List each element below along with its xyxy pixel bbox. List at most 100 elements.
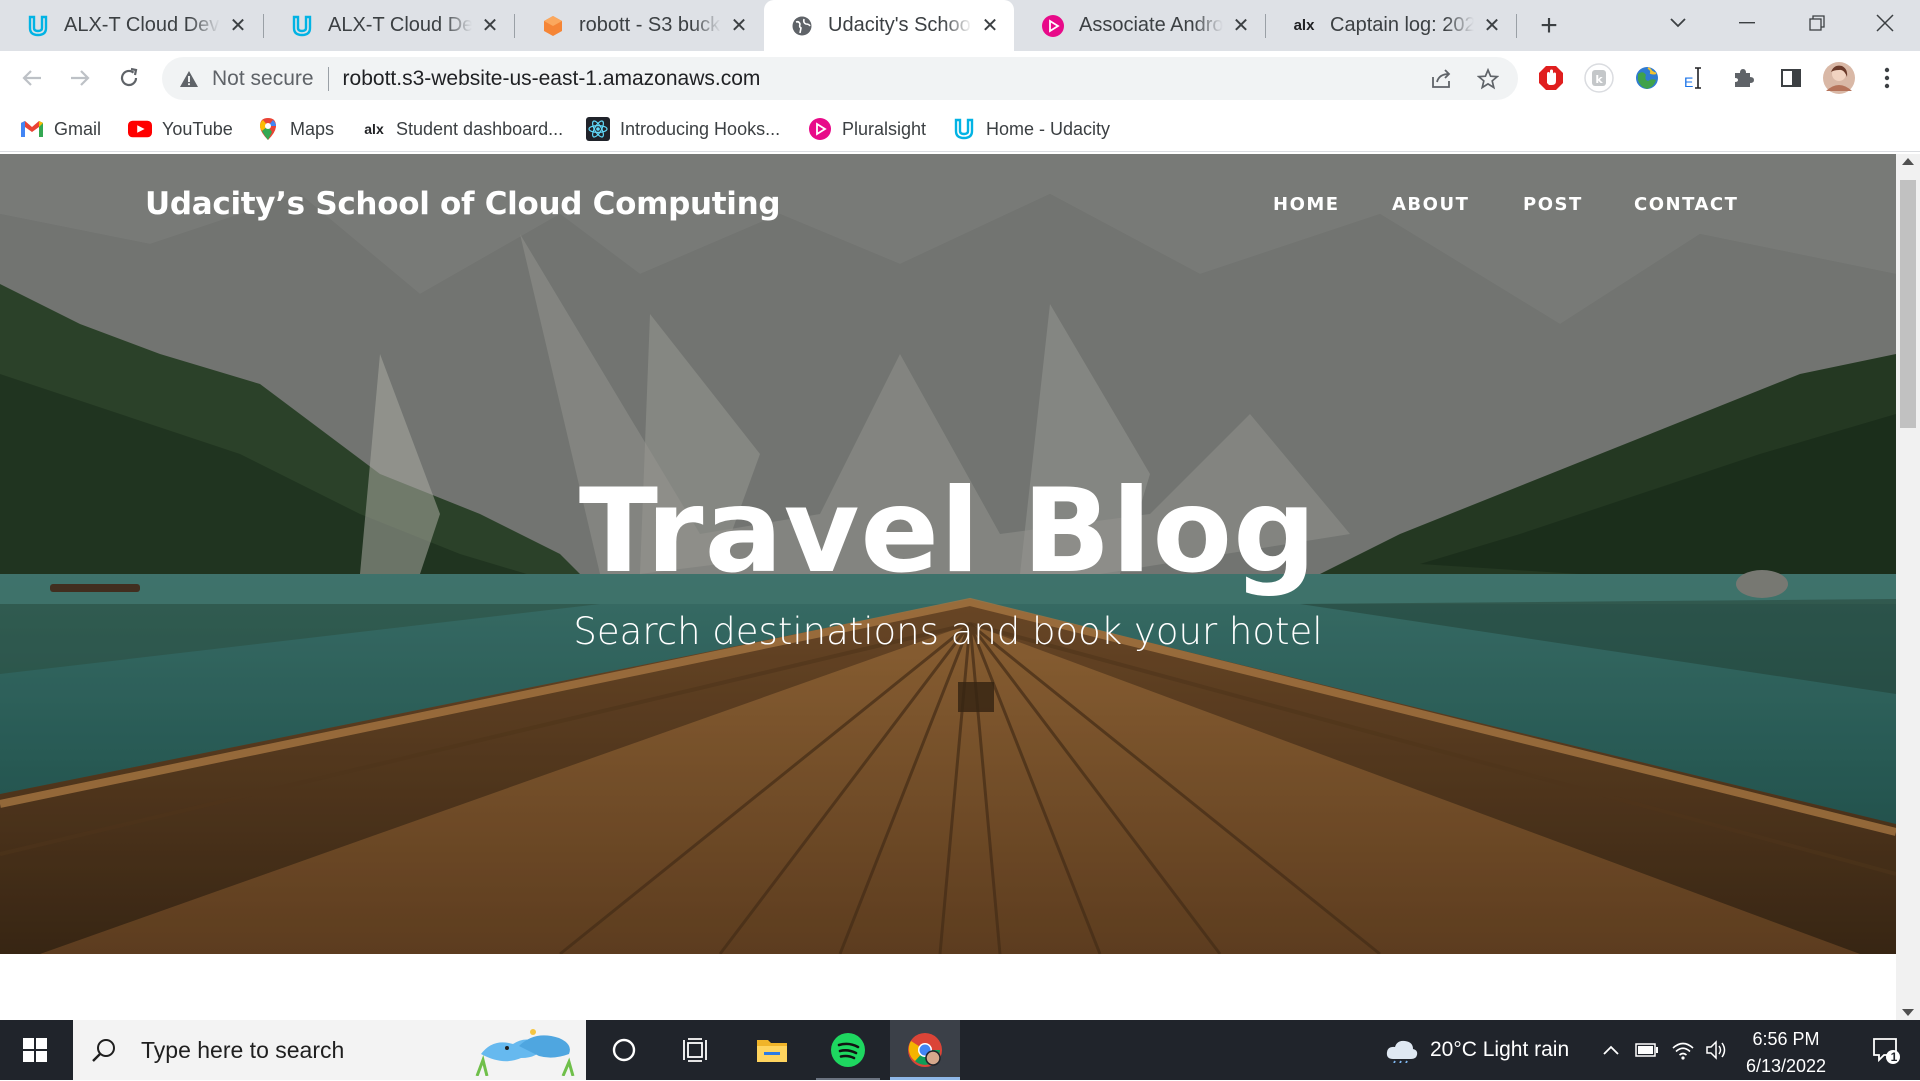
minimize-icon[interactable] (1714, 0, 1780, 46)
tab-alx-devops-2[interactable]: ALX-T Cloud DevOps ✕ (264, 0, 514, 51)
close-window-icon[interactable] (1852, 0, 1918, 46)
aws-s3-icon (541, 14, 565, 38)
chrome-taskbar-icon[interactable] (890, 1020, 960, 1080)
task-view-icon[interactable] (664, 1020, 728, 1080)
tab-title: Captain log: 2022-0 (1330, 14, 1474, 36)
tab-s3-bucket[interactable]: robott - S3 bucket ✕ (515, 0, 763, 51)
bookmark-introducing-hooks[interactable]: Introducing Hooks... (586, 116, 780, 142)
restore-icon[interactable] (1784, 0, 1850, 46)
share-icon[interactable] (1428, 65, 1456, 93)
url-text[interactable]: robott.s3-website-us-east-1.amazonaws.co… (343, 67, 761, 91)
gmail-icon (20, 117, 44, 141)
hero-header: Udacity’s School of Cloud Computing HOME… (0, 154, 1896, 954)
close-icon[interactable]: ✕ (1229, 14, 1253, 38)
close-icon[interactable]: ✕ (978, 14, 1002, 38)
scroll-up-arrow-icon[interactable] (1902, 158, 1914, 165)
profile-avatar[interactable] (1822, 61, 1856, 95)
page-scrollbar[interactable] (1896, 154, 1920, 1020)
clock-time: 6:56 PM (1752, 1029, 1820, 1049)
extensions-puzzle-icon[interactable] (1728, 63, 1758, 93)
clock-date: 6/13/2022 (1745, 1056, 1827, 1076)
nav-contact-link[interactable]: CONTACT (1634, 194, 1738, 215)
spotify-icon[interactable] (816, 1020, 880, 1080)
tab-strip: ALX-T Cloud DevOps ✕ ALX-T Cloud DevOps … (0, 0, 1920, 51)
bookmark-youtube[interactable]: YouTube (128, 116, 233, 142)
hero-title: Travel Blog (578, 464, 1318, 599)
alx-icon: alx (364, 121, 384, 137)
tab-udacity-cloud[interactable]: Udacity's School of Cloud Computing ✕ (764, 0, 1014, 51)
youtube-icon (128, 117, 152, 141)
divider (327, 66, 329, 91)
tab-title: Associate Android Developer (1079, 14, 1223, 36)
search-placeholder: Type here to search (141, 1036, 345, 1063)
nav-home-link[interactable]: HOME (1273, 194, 1340, 215)
tab-title: ALX-T Cloud DevOps (64, 14, 220, 36)
weather-text[interactable]: 20°C Light rain (1430, 1020, 1569, 1080)
bookmark-pluralsight[interactable]: Pluralsight (808, 116, 926, 142)
file-explorer-icon[interactable] (740, 1020, 804, 1080)
bookmark-label: Pluralsight (842, 118, 927, 139)
site-brand-link[interactable]: Udacity’s School of Cloud Computing (145, 186, 781, 222)
react-icon (586, 117, 610, 141)
grammarly-extension-icon[interactable]: k (1584, 63, 1614, 93)
side-panel-icon[interactable] (1776, 63, 1806, 93)
notification-count-badge: 1 (1890, 1050, 1898, 1064)
bookmark-label: Gmail (54, 118, 102, 139)
wifi-icon[interactable] (1668, 1020, 1698, 1080)
scroll-thumb[interactable] (1900, 180, 1916, 428)
udacity-icon (952, 117, 976, 141)
pluralsight-icon (1041, 14, 1065, 38)
pluralsight-icon (808, 117, 832, 141)
nav-about-link[interactable]: ABOUT (1392, 194, 1469, 215)
windows-taskbar: Type here to search 20°C Light rain 6:56… (0, 1020, 1920, 1080)
nav-post-link[interactable]: POST (1523, 194, 1583, 215)
battery-icon[interactable] (1632, 1020, 1662, 1080)
bookmark-gmail[interactable]: Gmail (20, 116, 101, 142)
scroll-down-arrow-icon[interactable] (1902, 1009, 1914, 1016)
tab-captain-log[interactable]: alx Captain log: 2022-0 ✕ (1266, 0, 1516, 51)
close-icon[interactable]: ✕ (226, 14, 250, 38)
tab-associate-android[interactable]: Associate Android Developer ✕ (1015, 0, 1265, 51)
bookmark-student-dashboard[interactable]: alx Student dashboard... (362, 116, 563, 142)
hero-subtitle: Search destinations and book your hotel (573, 610, 1323, 653)
search-highlight-illustration-icon (473, 1024, 581, 1077)
weather-cloud-icon[interactable] (1382, 1020, 1422, 1080)
reload-icon[interactable] (111, 60, 147, 96)
bookmark-label: Maps (290, 118, 335, 139)
bookmark-label: Introducing Hooks... (620, 118, 781, 139)
taskbar-search-box[interactable]: Type here to search (73, 1020, 586, 1080)
address-bar[interactable]: Not secure robott.s3-website-us-east-1.a… (162, 57, 1518, 100)
bookmark-star-icon[interactable] (1474, 65, 1502, 93)
tab-separator (1516, 14, 1517, 38)
close-icon[interactable]: ✕ (1480, 14, 1504, 38)
bookmark-maps[interactable]: Maps (256, 116, 334, 142)
notification-center-icon[interactable]: 1 (1856, 1020, 1916, 1080)
alx-icon: alx (1293, 17, 1315, 34)
tab-title: ALX-T Cloud DevOps (328, 14, 472, 36)
maps-icon (256, 117, 280, 141)
tray-expand-chevron-icon[interactable] (1596, 1020, 1626, 1080)
system-clock[interactable]: 6:56 PM 6/13/2022 (1726, 1026, 1846, 1080)
forward-arrow-icon[interactable] (62, 60, 98, 96)
svg-text:E: E (1684, 74, 1693, 90)
tab-search-chevron-icon[interactable] (1645, 0, 1711, 46)
tab-title: robott - S3 bucket (579, 14, 721, 36)
bookmark-label: Home - Udacity (986, 118, 1111, 139)
windows-start-icon[interactable] (0, 1020, 70, 1080)
back-arrow-icon[interactable] (14, 60, 50, 96)
globe-icon (790, 14, 814, 38)
cortana-circle-icon[interactable] (592, 1020, 656, 1080)
new-tab-button[interactable]: + (1533, 9, 1565, 42)
bookmarks-bar: Gmail YouTube Maps alx Student dashboard… (0, 106, 1920, 152)
close-icon[interactable]: ✕ (478, 14, 502, 38)
udacity-icon (290, 14, 314, 38)
close-icon[interactable]: ✕ (727, 14, 751, 38)
warning-triangle-icon[interactable] (178, 68, 200, 90)
bookmark-home-udacity[interactable]: Home - Udacity (952, 116, 1110, 142)
chrome-menu-kebab-icon[interactable] (1872, 63, 1902, 93)
text-cursor-extension-icon[interactable]: E (1680, 63, 1710, 93)
adblock-extension-icon[interactable] (1536, 63, 1566, 93)
security-label[interactable]: Not secure (212, 67, 314, 91)
earth-extension-icon[interactable] (1632, 63, 1662, 93)
tab-alx-devops-1[interactable]: ALX-T Cloud DevOps ✕ (0, 0, 262, 51)
